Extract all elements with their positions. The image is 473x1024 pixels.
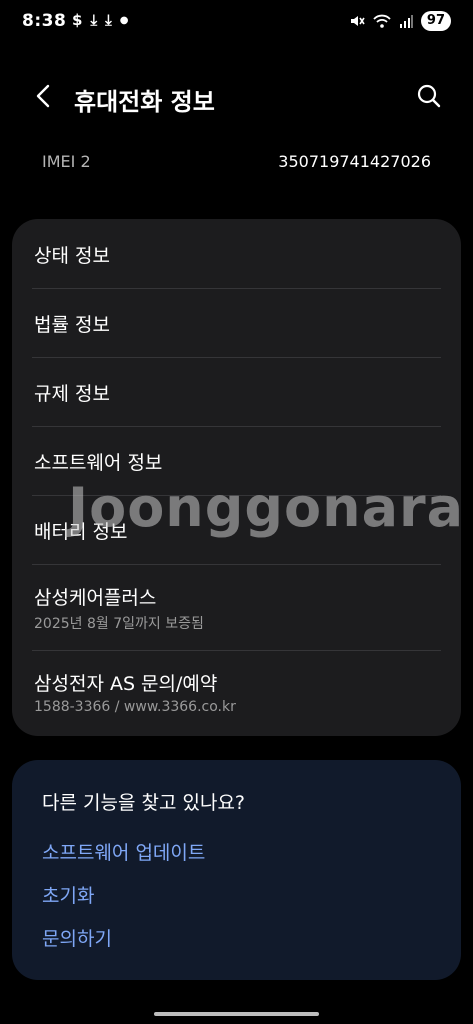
reset-link[interactable]: 초기화 [42, 881, 94, 908]
battery-level: 97 [420, 11, 451, 31]
system-icons: 97 [349, 11, 451, 31]
suggestion-card: 다른 기능을 찾고 있나요? 소프트웨어 업데이트 초기화 문의하기 [12, 760, 461, 980]
download-icon: ⤓ [90, 11, 98, 29]
chevron-left-icon [36, 84, 50, 108]
page-title: 휴대전화 정보 [74, 88, 215, 116]
wifi-icon [373, 14, 391, 28]
back-button[interactable] [30, 82, 58, 110]
search-button[interactable] [415, 82, 443, 110]
menu-item-battery-info[interactable]: 배터리 정보 [34, 495, 439, 564]
mute-icon [350, 16, 365, 26]
dot-icon: ● [119, 14, 129, 26]
notification-icons: $ ⤓ ⤓ ● [72, 11, 128, 29]
menu-item-samsung-care-plus[interactable]: 삼성케어플러스 2025년 8월 7일까지 보증됨 [34, 564, 439, 650]
s-money-icon: $ [72, 11, 83, 29]
menu-item-regulatory-info[interactable]: 규제 정보 [34, 357, 439, 426]
contact-us-link[interactable]: 문의하기 [42, 924, 112, 951]
menu-item-subtitle: 1588-3366 / www.3366.co.kr [34, 699, 236, 715]
signal-icon [399, 15, 413, 28]
status-time: 8:38 [22, 11, 67, 31]
menu-item-status-info[interactable]: 상태 정보 [34, 219, 439, 288]
app-bar: 휴대전화 정보 [0, 72, 473, 120]
imei-value: 350719741427026 [278, 152, 431, 171]
status-bar: 8:38 $ ⤓ ⤓ ● 97 [0, 0, 473, 44]
download-icon: ⤓ [105, 11, 112, 29]
menu-item-label: 규제 정보 [34, 383, 110, 405]
menu-item-service-center[interactable]: 삼성전자 AS 문의/예약 1588-3366 / www.3366.co.kr [34, 650, 439, 736]
info-card: 상태 정보 법률 정보 규제 정보 소프트웨어 정보 배터리 정보 삼성케어플러… [12, 219, 461, 736]
software-update-link[interactable]: 소프트웨어 업데이트 [42, 838, 205, 865]
menu-item-subtitle: 2025년 8월 7일까지 보증됨 [34, 616, 204, 632]
home-indicator[interactable] [154, 1012, 319, 1016]
menu-item-label: 삼성케어플러스 [34, 587, 157, 609]
menu-item-label: 상태 정보 [34, 245, 110, 267]
menu-item-label: 삼성전자 AS 문의/예약 [34, 673, 218, 695]
menu-item-legal-info[interactable]: 법률 정보 [34, 288, 439, 357]
menu-item-software-info[interactable]: 소프트웨어 정보 [34, 426, 439, 495]
imei-label: IMEI 2 [42, 152, 91, 171]
menu-item-label: 법률 정보 [34, 314, 110, 336]
menu-item-label: 배터리 정보 [34, 521, 128, 543]
search-icon [417, 84, 441, 108]
suggestion-title: 다른 기능을 찾고 있나요? [42, 792, 246, 814]
imei-row: IMEI 2 350719741427026 [42, 150, 431, 176]
menu-item-label: 소프트웨어 정보 [34, 452, 163, 474]
